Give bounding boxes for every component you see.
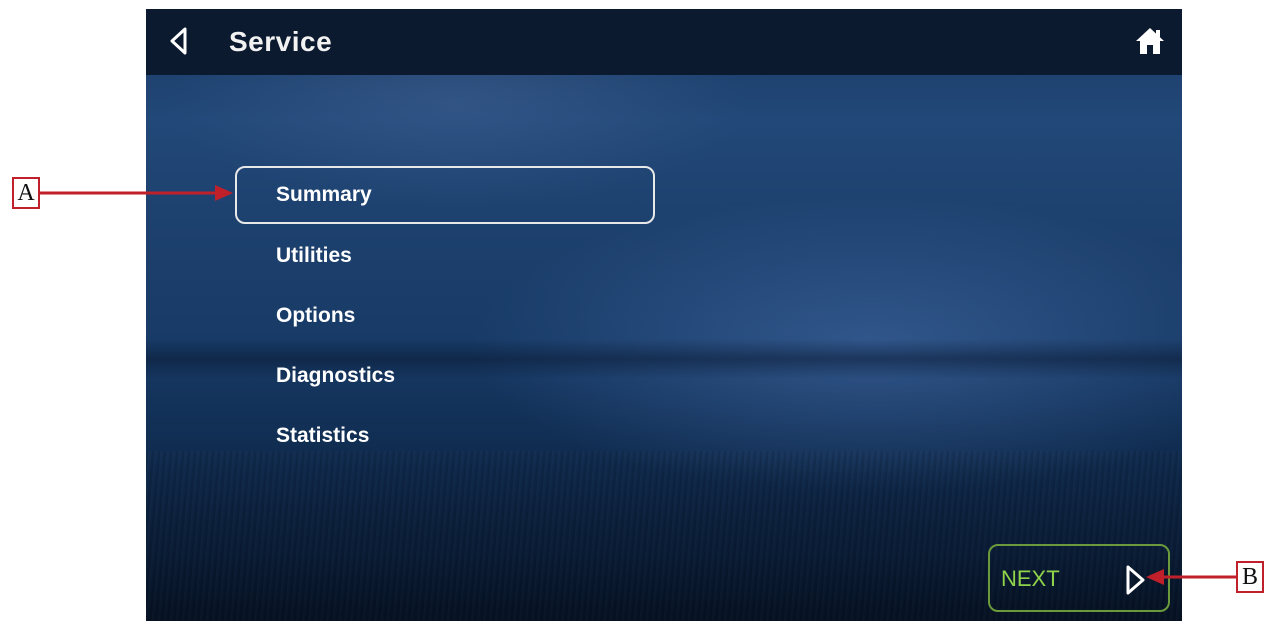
callout-label-b: B	[1236, 561, 1264, 593]
header-bar: Service	[146, 9, 1182, 75]
forward-chevron-icon	[1126, 565, 1145, 595]
callout-label-a: A	[12, 177, 40, 209]
figure: Service Summary Utilities Options Diagno…	[0, 0, 1266, 621]
menu-item-utilities[interactable]: Utilities	[235, 226, 655, 286]
menu-item-summary[interactable]: Summary	[235, 166, 655, 224]
back-chevron-icon	[170, 27, 187, 55]
menu-item-label: Statistics	[276, 424, 370, 447]
next-button[interactable]: NEXT	[988, 544, 1170, 612]
menu-item-label: Options	[276, 304, 356, 327]
menu-item-label: Utilities	[276, 244, 352, 267]
next-button-label: NEXT	[1001, 566, 1060, 591]
menu-item-options[interactable]: Options	[235, 286, 655, 346]
page-title: Service	[229, 26, 333, 57]
menu-item-diagnostics[interactable]: Diagnostics	[235, 346, 655, 406]
home-icon	[1136, 28, 1164, 54]
home-button[interactable]	[1132, 23, 1168, 59]
menu-item-statistics[interactable]: Statistics	[235, 406, 655, 466]
device-screen: Service Summary Utilities Options Diagno…	[146, 9, 1182, 621]
menu-item-label: Diagnostics	[276, 364, 396, 387]
service-menu: Summary Utilities Options Diagnostics St…	[235, 166, 655, 466]
back-button[interactable]	[164, 23, 194, 59]
menu-item-label: Summary	[276, 183, 372, 206]
